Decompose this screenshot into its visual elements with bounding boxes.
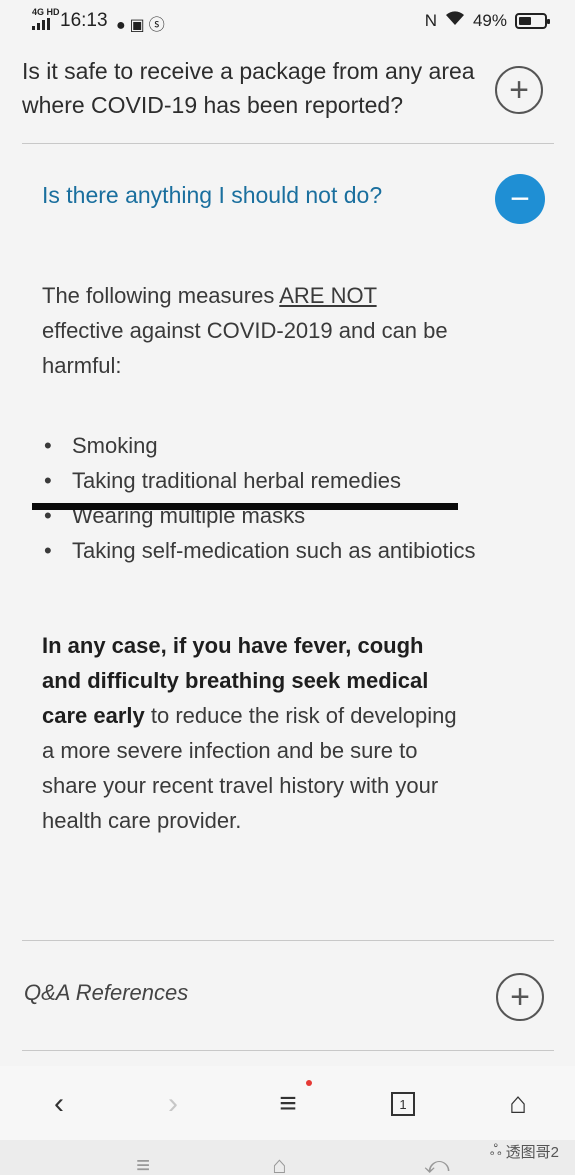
- faq-question-open[interactable]: Is there anything I should not do?: [42, 182, 382, 209]
- watermark: ஃ 透图哥2: [490, 1141, 559, 1162]
- intro-emphasis: ARE NOT: [279, 283, 377, 308]
- expand-icon[interactable]: +: [495, 66, 543, 114]
- list-item: Taking traditional herbal remedies: [42, 463, 482, 498]
- divider: [22, 940, 554, 941]
- list-item: Smoking: [42, 428, 482, 463]
- wechat-icon: ஃ: [489, 1142, 502, 1159]
- collapse-icon[interactable]: −: [495, 174, 545, 224]
- faq-question[interactable]: Is it safe to receive a package from any…: [22, 54, 482, 122]
- forward-icon[interactable]: ›: [153, 1084, 193, 1124]
- battery-percent: 49%: [472, 10, 507, 30]
- status-bar: 4G HD 16:13 ●▣ⓢ N 49%: [0, 0, 575, 42]
- system-menu-icon[interactable]: ≡: [136, 1152, 150, 1175]
- chat-icon: ●: [116, 17, 130, 34]
- back-icon[interactable]: ‹: [39, 1084, 79, 1124]
- divider: [22, 143, 554, 144]
- notification-dot: [306, 1080, 312, 1086]
- wifi-icon: [445, 10, 465, 31]
- battery-fill: [519, 16, 531, 25]
- menu-icon[interactable]: ≡: [268, 1084, 308, 1124]
- signal-icon: [32, 18, 54, 30]
- system-nav-bar: [0, 1140, 575, 1175]
- system-back-icon[interactable]: ⤺: [424, 1152, 450, 1175]
- qa-references-title[interactable]: Q&A References: [24, 980, 188, 1006]
- network-type: 4G HD: [32, 7, 60, 17]
- browser-toolbar: ‹ › ≡ 1 ⌂: [0, 1066, 575, 1140]
- battery-icon: [515, 12, 550, 29]
- intro-text-rest: effective against COVID-2019 and can be …: [42, 318, 448, 378]
- list-item: Taking self-medication such as antibioti…: [42, 533, 482, 568]
- watermark-text: 透图哥2: [505, 1144, 559, 1161]
- status-right: N 49%: [424, 10, 550, 31]
- home-icon[interactable]: ⌂: [498, 1084, 538, 1124]
- notification-icons: ●▣ⓢ: [116, 11, 169, 35]
- tabs-button[interactable]: 1: [383, 1084, 423, 1124]
- nfc-icon: N: [424, 10, 437, 30]
- intro-text: The following measures: [42, 283, 280, 308]
- overlay-line: [32, 503, 458, 510]
- ineffective-measures-list: Smoking Taking traditional herbal remedi…: [42, 428, 482, 568]
- clock: 16:13: [60, 10, 108, 31]
- weibo-icon: ⓢ: [148, 17, 169, 34]
- faq-item-package[interactable]: Is it safe to receive a package from any…: [22, 54, 554, 122]
- divider: [22, 1050, 554, 1051]
- faq-answer-advice: In any case, if you have fever, cough an…: [42, 628, 462, 838]
- faq-answer-intro: The following measures ARE NOT effective…: [42, 278, 462, 383]
- tabs-count: 1: [391, 1092, 415, 1116]
- expand-icon[interactable]: +: [496, 973, 544, 1021]
- app-icon: ▣: [129, 17, 149, 34]
- system-home-icon[interactable]: ⌂: [272, 1152, 287, 1175]
